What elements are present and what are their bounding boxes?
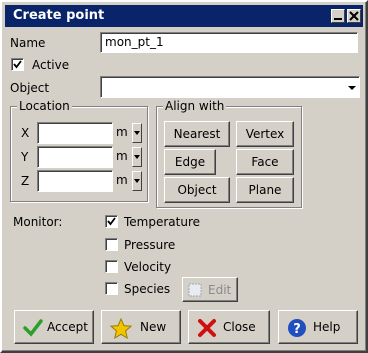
y-unit: m xyxy=(116,149,128,163)
active-label: Active xyxy=(32,58,70,72)
x-unit-select[interactable]: m xyxy=(114,123,142,143)
name-field[interactable]: mon_pt_1 xyxy=(100,32,358,53)
help-icon: ? xyxy=(288,319,306,337)
y-label: Y xyxy=(21,150,29,164)
close-icon xyxy=(349,11,359,21)
x-input[interactable] xyxy=(37,122,113,144)
dropdown-arrow-icon xyxy=(132,147,142,167)
new-button[interactable]: New xyxy=(101,310,181,344)
object-dropdown[interactable] xyxy=(100,76,360,98)
dropdown-arrow-icon xyxy=(132,123,142,143)
checkmark-icon xyxy=(23,319,43,337)
y-input[interactable] xyxy=(37,146,113,168)
velocity-label: Velocity xyxy=(124,260,172,274)
dropdown-arrow-icon xyxy=(346,78,358,96)
object-label: Object xyxy=(10,81,50,95)
minimize-icon xyxy=(334,18,342,20)
monitor-label: Monitor: xyxy=(13,215,63,229)
pressure-label: Pressure xyxy=(124,238,176,252)
species-label: Species xyxy=(124,282,171,296)
pressure-checkbox[interactable] xyxy=(105,238,118,251)
active-checkbox[interactable] xyxy=(11,58,24,71)
name-label: Name xyxy=(10,36,46,50)
checkmark-icon xyxy=(107,217,116,226)
location-title: Location xyxy=(17,99,72,113)
face-button[interactable]: Face xyxy=(236,149,294,175)
z-label: Z xyxy=(21,174,30,188)
z-input[interactable] xyxy=(37,170,113,192)
minimize-button[interactable] xyxy=(331,9,345,23)
edit-icon xyxy=(188,283,202,297)
z-unit-select[interactable]: m xyxy=(114,171,142,191)
species-checkbox[interactable] xyxy=(105,282,118,295)
temperature-checkbox[interactable] xyxy=(105,215,118,228)
x-unit: m xyxy=(116,125,128,139)
align-with-title: Align with xyxy=(163,99,227,113)
object-button[interactable]: Object xyxy=(164,177,230,203)
name-value: mon_pt_1 xyxy=(105,35,164,49)
edit-button[interactable]: Edit xyxy=(182,277,238,302)
checkmark-icon xyxy=(13,60,22,69)
velocity-checkbox[interactable] xyxy=(105,260,118,273)
svg-text:?: ? xyxy=(293,322,301,337)
close-button[interactable]: Close xyxy=(188,310,270,344)
help-button[interactable]: ? Help xyxy=(278,310,358,344)
window-title: Create point xyxy=(13,8,105,23)
dropdown-arrow-icon xyxy=(132,171,142,191)
x-icon xyxy=(198,319,216,337)
y-unit-select[interactable]: m xyxy=(114,147,142,167)
title-bar[interactable]: Create point xyxy=(5,5,363,27)
create-point-dialog: Create point Name mon_pt_1 Active Object… xyxy=(0,0,368,353)
star-icon xyxy=(110,318,132,340)
temperature-label: Temperature xyxy=(124,215,201,229)
nearest-button[interactable]: Nearest xyxy=(164,121,230,147)
x-label: X xyxy=(21,126,30,140)
close-window-button[interactable] xyxy=(347,9,361,23)
edge-button[interactable]: Edge xyxy=(164,149,216,175)
vertex-button[interactable]: Vertex xyxy=(236,121,294,147)
plane-button[interactable]: Plane xyxy=(236,177,294,203)
accept-button[interactable]: Accept xyxy=(14,310,94,344)
z-unit: m xyxy=(116,173,128,187)
